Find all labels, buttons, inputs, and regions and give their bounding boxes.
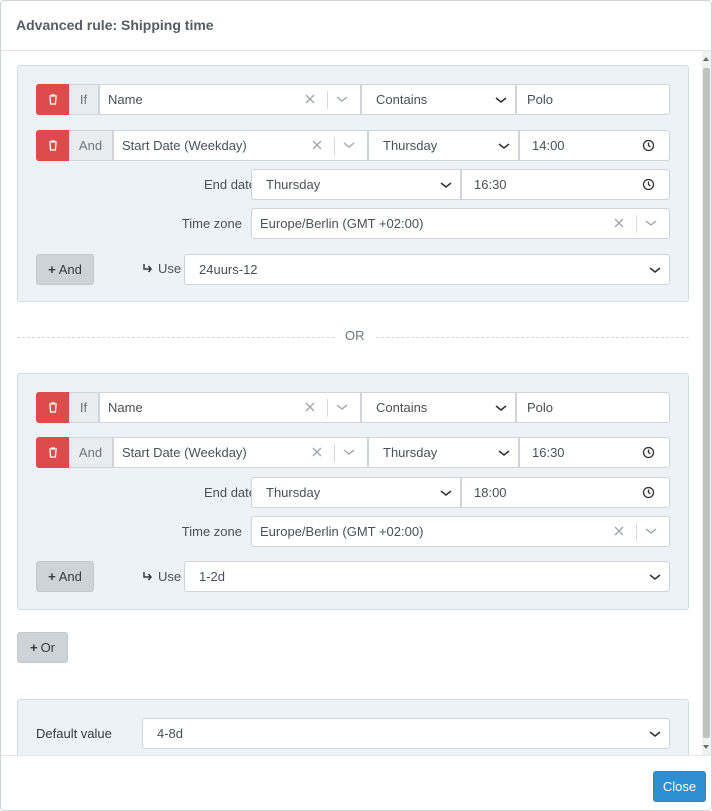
chevron-down-icon: [343, 449, 355, 455]
end-weekday-select[interactable]: Thursday: [251, 169, 461, 200]
time-zone-select[interactable]: Europe/Berlin (GMT +02:00): [251, 208, 670, 239]
use-select[interactable]: 1-2d: [184, 561, 670, 592]
clock-icon[interactable]: [642, 446, 655, 459]
modal-title: Advanced rule: Shipping time: [16, 17, 214, 33]
start-time-input[interactable]: 14:00: [519, 130, 670, 161]
trash-icon: [48, 447, 57, 458]
start-time-input[interactable]: 16:30: [519, 437, 670, 468]
separator: [334, 444, 335, 462]
if-label: If: [69, 392, 99, 423]
clock-icon[interactable]: [642, 178, 655, 191]
use-label: Use: [142, 569, 181, 584]
and-label: And: [69, 437, 113, 468]
separator: [327, 91, 328, 109]
chevron-down-icon: [440, 490, 452, 497]
and-label: And: [69, 130, 113, 161]
plus-icon: +: [29, 640, 38, 655]
if-label: If: [69, 84, 99, 115]
chevron-down-icon: [336, 96, 348, 102]
use-select[interactable]: 24uurs-12: [184, 254, 670, 285]
operator-select[interactable]: Contains: [361, 392, 516, 423]
end-date-label: End date: [203, 485, 256, 500]
add-and-condition-button[interactable]: + And: [36, 561, 94, 592]
delete-condition-button[interactable]: [36, 437, 69, 468]
separator: [327, 399, 328, 417]
value-input[interactable]: Polo: [516, 84, 670, 115]
add-and-condition-button[interactable]: + And: [36, 254, 94, 285]
rule-group-2: If Name Contains Polo And Start Date (We…: [17, 373, 689, 610]
chevron-down-icon: [440, 182, 452, 189]
field-select[interactable]: Name: [99, 84, 361, 115]
trash-icon: [48, 402, 57, 413]
weekday-select[interactable]: Thursday: [368, 130, 519, 161]
close-icon[interactable]: [311, 446, 323, 458]
close-button[interactable]: Close: [653, 771, 706, 802]
chevron-down-icon: [649, 731, 661, 738]
modal-body: If Name Contains Polo And Start Date (We…: [1, 51, 711, 755]
chevron-down-icon: [343, 142, 355, 148]
scrollbar-thumb[interactable]: [703, 68, 710, 738]
scroll-down-icon[interactable]: [703, 745, 709, 749]
chevron-down-icon: [649, 267, 661, 274]
chevron-down-icon: [498, 450, 510, 457]
field-select[interactable]: Start Date (Weekday): [113, 130, 368, 161]
chevron-down-icon: [495, 405, 507, 412]
end-time-input[interactable]: 18:00: [461, 477, 670, 508]
separator: [636, 215, 637, 233]
delete-condition-button[interactable]: [36, 392, 69, 423]
or-divider-label: OR: [335, 328, 375, 343]
plus-icon: +: [48, 262, 56, 277]
default-value-panel: Default value 4-8d: [17, 699, 689, 755]
chevron-down-icon: [495, 97, 507, 104]
separator: [636, 523, 637, 541]
field-select[interactable]: Name: [99, 392, 361, 423]
delete-condition-button[interactable]: [36, 84, 69, 115]
share-arrow-icon: [143, 572, 152, 581]
close-icon[interactable]: [613, 217, 625, 229]
modal-footer: Close: [1, 755, 711, 810]
delete-condition-button[interactable]: [36, 130, 69, 161]
trash-icon: [48, 140, 57, 151]
value-input[interactable]: Polo: [516, 392, 670, 423]
time-zone-label: Time zone: [181, 216, 242, 231]
share-arrow-icon: [143, 264, 152, 273]
advanced-rule-modal: Advanced rule: Shipping time If Name Con…: [0, 0, 712, 811]
close-icon[interactable]: [304, 93, 316, 105]
operator-select[interactable]: Contains: [361, 84, 516, 115]
chevron-down-icon: [336, 404, 348, 410]
plus-icon: +: [48, 569, 56, 584]
field-select[interactable]: Start Date (Weekday): [113, 437, 368, 468]
modal-header: Advanced rule: Shipping time: [1, 1, 711, 51]
end-time-input[interactable]: 16:30: [461, 169, 670, 200]
close-icon[interactable]: [613, 525, 625, 537]
time-zone-select[interactable]: Europe/Berlin (GMT +02:00): [251, 516, 670, 547]
end-date-label: End date: [203, 177, 256, 192]
trash-icon: [48, 94, 57, 105]
default-value-select[interactable]: 4-8d: [142, 718, 670, 749]
use-label: Use: [142, 261, 181, 276]
add-or-group-button[interactable]: + Or: [17, 632, 68, 663]
weekday-select[interactable]: Thursday: [368, 437, 519, 468]
time-zone-label: Time zone: [181, 524, 242, 539]
scrollbar[interactable]: [702, 51, 711, 755]
clock-icon[interactable]: [642, 139, 655, 152]
chevron-down-icon: [649, 574, 661, 581]
chevron-down-icon: [645, 220, 657, 226]
separator: [334, 137, 335, 155]
chevron-down-icon: [498, 143, 510, 150]
end-weekday-select[interactable]: Thursday: [251, 477, 461, 508]
default-value-label: Default value: [36, 726, 112, 741]
chevron-down-icon: [645, 528, 657, 534]
close-icon[interactable]: [304, 401, 316, 413]
close-icon[interactable]: [311, 139, 323, 151]
scroll-up-icon[interactable]: [703, 57, 709, 61]
rule-group-1: If Name Contains Polo And Start Date (We…: [17, 65, 689, 302]
clock-icon[interactable]: [642, 486, 655, 499]
